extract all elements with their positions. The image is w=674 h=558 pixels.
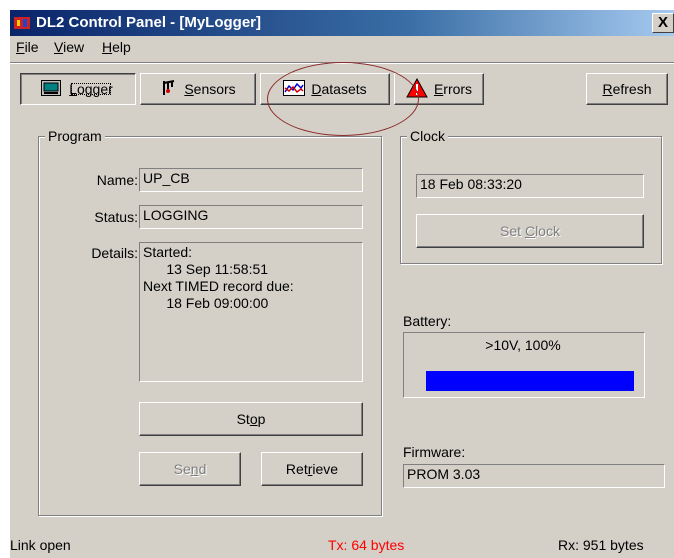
logger-icon — [41, 79, 62, 99]
firmware-label: Firmware: — [403, 444, 466, 460]
battery-label: Battery: — [403, 313, 452, 329]
retrieve-button[interactable]: Retrieve — [261, 452, 363, 486]
toolbar-separator — [10, 62, 674, 64]
sensors-tab-button[interactable]: Sensors — [140, 73, 256, 105]
menu-file-label: ile — [24, 39, 39, 55]
dl2-control-panel-window: DL2 Control Panel - [MyLogger] X File Vi… — [10, 10, 674, 558]
stop-button[interactable]: Stop — [139, 402, 363, 436]
warning-icon — [406, 77, 428, 101]
menu-view-mnemonic: V — [54, 39, 64, 55]
set-clock-mnemonic: C — [524, 223, 536, 239]
program-name-field: UP_CB — [139, 168, 363, 192]
send-label-post: d — [198, 461, 207, 477]
menu-view[interactable]: View — [54, 39, 84, 55]
datasets-label-rest: atasets — [321, 81, 367, 97]
title-bar[interactable]: DL2 Control Panel - [MyLogger] X — [10, 10, 674, 36]
app-icon — [14, 17, 30, 29]
stop-label-pre: St — [236, 411, 250, 427]
firmware-value-field: PROM 3.03 — [403, 464, 665, 488]
tx-status: Tx: 64 bytes — [328, 537, 405, 553]
refresh-label: Refresh — [602, 81, 651, 97]
stop-mnemonic: o — [249, 411, 258, 427]
name-label: Name: — [96, 172, 138, 188]
details-label: Details: — [91, 245, 138, 261]
menu-help-mnemonic: H — [102, 39, 113, 55]
retrieve-label-pre: Ret — [285, 461, 308, 477]
sensors-label-rest: ensors — [193, 81, 236, 97]
menu-help[interactable]: Help — [102, 39, 131, 55]
refresh-mnemonic: R — [602, 81, 613, 97]
battery-level-bar — [426, 371, 634, 391]
clock-group-title: Clock — [407, 128, 449, 144]
retrieve-label-post: ieve — [312, 461, 339, 477]
logger-label-rest: ogger — [76, 81, 113, 97]
stop-label-post: p — [257, 411, 266, 427]
set-clock-label: Set Clock — [500, 223, 560, 239]
link-status: Link open — [10, 537, 71, 553]
status-label: Status: — [94, 209, 138, 225]
battery-panel: >10V, 100% — [403, 332, 645, 398]
retrieve-label: Retrieve — [286, 461, 338, 477]
errors-tab-button[interactable]: Errors — [394, 73, 484, 105]
send-label: Send — [174, 461, 207, 477]
program-group-title: Program — [45, 128, 105, 144]
datasets-icon — [283, 79, 306, 99]
stop-label: Stop — [237, 411, 266, 427]
battery-bar-track — [426, 371, 634, 391]
program-status-field: LOGGING — [139, 205, 363, 229]
set-clock-label-pre: Set — [500, 223, 525, 239]
errors-label: Errors — [434, 81, 472, 97]
refresh-label-rest: efresh — [612, 81, 652, 97]
status-bar: Link open Tx: 64 bytes Rx: 951 bytes — [10, 532, 674, 558]
program-details-field: Started: 13 Sep 11:58:51 Next TIMED reco… — [139, 242, 363, 382]
datasets-mnemonic: D — [311, 81, 322, 97]
errors-mnemonic: E — [433, 81, 444, 97]
logger-tab-button[interactable]: Logger — [20, 73, 136, 105]
refresh-button[interactable]: Refresh — [586, 73, 668, 105]
send-button[interactable]: Send — [139, 452, 241, 486]
close-button[interactable]: X — [652, 13, 674, 33]
errors-label-rest: rrors — [443, 81, 473, 97]
battery-value-text: >10V, 100% — [485, 337, 561, 353]
logger-label: Logger — [67, 79, 115, 99]
menu-file-mnemonic: F — [16, 39, 25, 55]
datasets-label: Datasets — [311, 81, 366, 97]
datasets-tab-button[interactable]: Datasets — [260, 73, 390, 105]
menu-bar: File View Help — [10, 36, 674, 58]
sensors-mnemonic: S — [184, 81, 194, 97]
send-mnemonic: n — [190, 461, 199, 477]
rx-status: Rx: 951 bytes — [558, 537, 644, 553]
menu-file[interactable]: File — [16, 39, 39, 55]
logger-mnemonic: L — [69, 81, 77, 97]
set-clock-label-post: lock — [535, 223, 560, 239]
set-clock-button[interactable]: Set Clock — [416, 214, 644, 248]
menu-help-label: elp — [112, 39, 131, 55]
send-label-pre: Se — [173, 461, 191, 477]
clock-value-field: 18 Feb 08:33:20 — [416, 174, 644, 198]
window-title: DL2 Control Panel - [MyLogger] — [36, 14, 261, 31]
menu-view-label: iew — [63, 39, 85, 55]
sensors-icon — [160, 79, 178, 100]
sensors-label: Sensors — [184, 81, 235, 97]
